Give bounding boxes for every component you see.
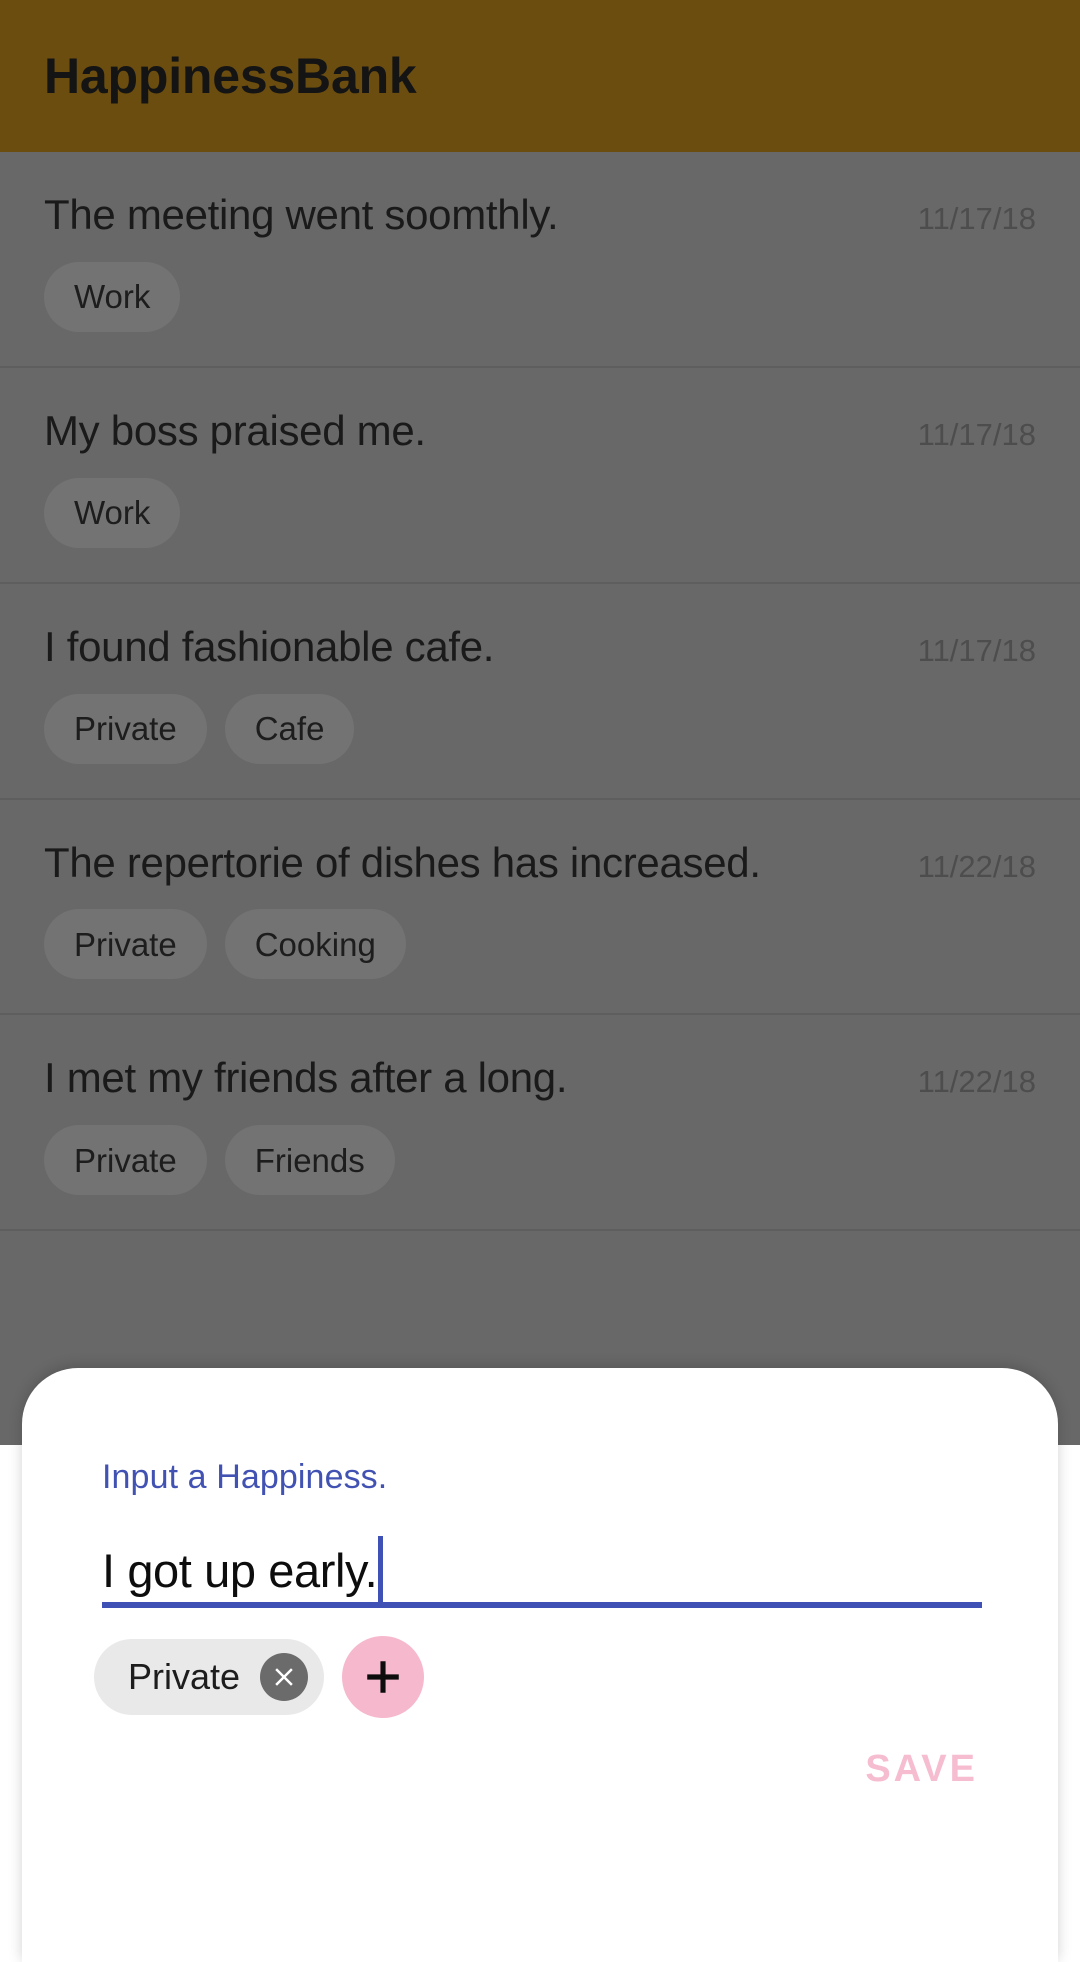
list-item[interactable]: I found fashionable cafe. 11/17/18 Priva… (0, 584, 1080, 800)
plus-icon (361, 1655, 405, 1699)
list-item-header: I met my friends after a long. 11/22/18 (44, 1055, 1036, 1103)
input-underline (102, 1602, 982, 1608)
app-screen: HappinessBank The meeting went soomthly.… (0, 0, 1080, 1962)
add-happiness-dialog: Input a Happiness. I got up early. Priva… (22, 1368, 1058, 1962)
tag-chip[interactable]: Work (44, 477, 181, 548)
list-item-date: 11/22/18 (917, 848, 1036, 884)
list-item-tags: Private Cafe (44, 693, 1036, 764)
list-item-title: My boss praised me. (44, 406, 426, 454)
save-button[interactable]: SAVE (841, 1736, 1002, 1802)
happiness-list[interactable]: The meeting went soomthly. 11/17/18 Work… (0, 152, 1080, 1352)
text-caret (378, 1536, 384, 1602)
tag-chip[interactable]: Cooking (224, 909, 406, 980)
list-item[interactable]: The repertorie of dishes has increased. … (0, 800, 1080, 1016)
list-item[interactable]: The meeting went soomthly. 11/17/18 Work (0, 152, 1080, 368)
list-item-title: I found fashionable cafe. (44, 622, 495, 670)
tag-chip[interactable]: Private (44, 909, 207, 980)
dialog-tag-row: Private (94, 1636, 425, 1718)
list-item-title: The repertorie of dishes has increased. (44, 838, 761, 886)
happiness-input-value-row: I got up early. (102, 1508, 982, 1602)
list-item-tags: Private Friends (44, 1125, 1036, 1196)
list-item-tags: Work (44, 477, 1036, 548)
app-bar: HappinessBank (0, 0, 1080, 152)
list-item-title: The meeting went soomthly. (44, 191, 559, 238)
tag-chip[interactable]: Friends (224, 1125, 395, 1196)
list-item-tags: Private Cooking (44, 909, 1036, 980)
happiness-input-value: I got up early. (102, 1544, 378, 1597)
list-item-tags: Work (44, 261, 1036, 332)
tag-chip[interactable]: Work (44, 261, 181, 332)
add-tag-button[interactable] (342, 1636, 425, 1718)
list-item-header: The meeting went soomthly. 11/17/18 (44, 191, 1036, 240)
list-item-date: 11/17/18 (917, 632, 1036, 668)
list-item-date: 11/22/18 (917, 1064, 1036, 1100)
happiness-input-label: Input a Happiness. (102, 1458, 388, 1496)
list-item-title: I met my friends after a long. (44, 1054, 568, 1102)
list-item[interactable]: I met my friends after a long. 11/22/18 … (0, 1015, 1080, 1232)
close-circle-icon[interactable] (260, 1653, 309, 1701)
list-item-date: 11/17/18 (917, 201, 1036, 236)
happiness-input-field[interactable]: I got up early. (102, 1508, 982, 1608)
dialog-content: Input a Happiness. I got up early. Priva… (22, 1368, 1058, 1962)
tag-chip[interactable]: Private (44, 1125, 207, 1196)
selected-tag-label: Private (128, 1656, 241, 1697)
list-item[interactable]: My boss praised me. 11/17/18 Work (0, 368, 1080, 584)
list-item-date: 11/17/18 (917, 416, 1036, 452)
tag-chip[interactable]: Cafe (224, 693, 355, 764)
app-title: HappinessBank (44, 48, 417, 104)
list-item-header: I found fashionable cafe. 11/17/18 (44, 622, 1036, 672)
list-item-header: The repertorie of dishes has increased. … (44, 838, 1036, 888)
list-item-header: My boss praised me. 11/17/18 (44, 406, 1036, 456)
selected-tag-chip[interactable]: Private (94, 1639, 325, 1715)
tag-chip[interactable]: Private (44, 693, 207, 764)
